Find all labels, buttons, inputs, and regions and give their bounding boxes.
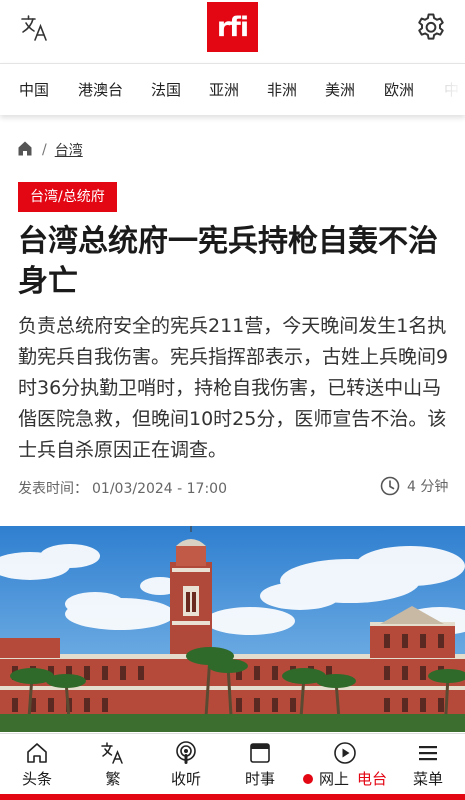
publish-label: 发表时间： <box>18 481 88 497</box>
tab-current-affairs-label: 时事 <box>244 770 275 788</box>
article-tag[interactable]: 台湾/总统府 <box>18 182 117 212</box>
bottom-tab-bar: 头条 繁 收听 时事 网上 电台 菜单 <box>0 733 465 794</box>
logo-text: rfi <box>216 11 249 43</box>
read-time-value: 4 分钟 <box>407 479 449 495</box>
nav-item-europe[interactable]: 欧洲 <box>384 64 414 115</box>
tab-traditional-chinese[interactable]: 繁 <box>88 734 138 795</box>
breadcrumb: / 台湾 <box>18 140 83 160</box>
home-outline-icon <box>27 743 47 763</box>
rfi-logo[interactable]: rfi <box>207 2 258 52</box>
breadcrumb-separator: / <box>42 142 47 158</box>
nav-item-americas[interactable]: 美洲 <box>325 64 355 115</box>
podcast-icon <box>176 741 196 764</box>
nav-item-hk-macau-taiwan[interactable]: 港澳台 <box>78 64 123 115</box>
article-hero-image[interactable] <box>0 526 465 732</box>
tab-traditional-label: 繁 <box>105 770 121 788</box>
article-lede: 负责总统府安全的宪兵211营，今天晚间发生1名执勤宪兵自我伤害。宪兵指挥部表示，… <box>18 315 449 461</box>
nav-fade <box>425 64 465 115</box>
tab-headlines-label: 头条 <box>21 770 52 788</box>
news-icon <box>250 743 270 763</box>
home-icon[interactable] <box>18 141 32 160</box>
read-time: 4 分钟 <box>380 476 448 496</box>
publish-date: 01/03/2024 - 17:00 <box>92 481 227 497</box>
tab-listen-label: 收听 <box>170 770 201 788</box>
tab-listen[interactable]: 收听 <box>161 734 211 795</box>
hamburger-menu-icon <box>419 746 437 761</box>
breadcrumb-section-link[interactable]: 台湾 <box>55 140 83 160</box>
translate-icon[interactable] <box>18 12 52 46</box>
live-suffix: 电台 <box>357 770 388 788</box>
nav-item-france[interactable]: 法国 <box>151 64 181 115</box>
article-headline: 台湾总统府一宪兵持枪自轰不治身亡 <box>18 224 438 299</box>
top-bar: rfi <box>0 0 465 62</box>
nav-item-china[interactable]: 中国 <box>19 64 49 115</box>
live-radio-label: 网上 电台 <box>302 768 388 789</box>
live-prefix: 网上 <box>318 770 349 788</box>
gear-icon[interactable] <box>414 11 448 45</box>
section-nav: 中国 港澳台 法国 亚洲 非洲 美洲 欧洲 中 <box>0 63 465 115</box>
tab-menu[interactable]: 菜单 <box>403 734 453 795</box>
translate-icon <box>101 742 123 764</box>
tab-headlines[interactable]: 头条 <box>12 734 62 795</box>
clock-icon <box>380 476 400 496</box>
play-circle-icon <box>334 742 356 764</box>
live-indicator-dot <box>302 773 313 784</box>
tab-menu-label: 菜单 <box>412 770 443 788</box>
nav-item-asia[interactable]: 亚洲 <box>209 64 239 115</box>
tab-current-affairs[interactable]: 时事 <box>235 734 285 795</box>
tab-live-radio[interactable]: 网上 电台 <box>300 734 390 795</box>
nav-item-africa[interactable]: 非洲 <box>267 64 297 115</box>
publish-info: 发表时间： 01/03/2024 - 17:00 <box>18 478 227 498</box>
bottom-accent-bar <box>0 794 465 800</box>
